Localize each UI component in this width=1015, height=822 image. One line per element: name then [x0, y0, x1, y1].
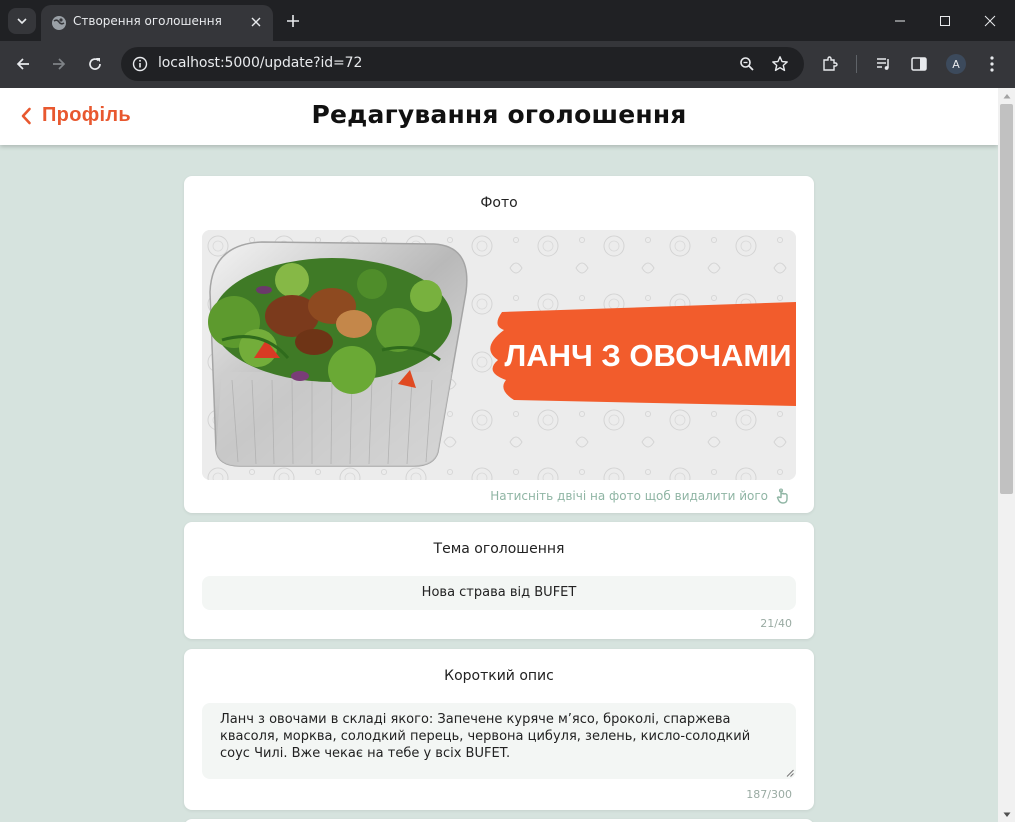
url-text: localhost:5000/update?id=72 [158, 55, 363, 71]
page-scrollbar[interactable] [998, 88, 1015, 822]
tab-close-button[interactable] [247, 13, 265, 31]
maximize-icon [940, 15, 950, 26]
back-button[interactable] [10, 51, 36, 77]
description-text: Ланч з овочами в складі якого: Запечене … [220, 712, 751, 761]
puzzle-icon [823, 56, 838, 71]
maximize-button[interactable] [922, 0, 968, 41]
close-icon [984, 15, 996, 26]
scroll-up-button[interactable] [998, 88, 1015, 103]
arrow-left-icon [16, 58, 29, 70]
window-close-button[interactable] [967, 0, 1013, 41]
minimize-button[interactable] [877, 0, 923, 41]
subject-card-title: Тема оголошення [433, 541, 565, 557]
resize-handle-icon[interactable] [786, 769, 794, 777]
page-viewport: Профіль Редагування оголошення Фото ЛАНЧ… [0, 88, 998, 822]
plus-icon [287, 15, 299, 27]
info-icon [132, 56, 148, 72]
chevron-down-icon [17, 18, 27, 25]
description-card: Короткий опис Ланч з овочами в складі як… [184, 649, 814, 810]
browser-toolbar: localhost:5000/update?id=72 A [0, 41, 1015, 88]
page-header: Профіль Редагування оголошення [0, 88, 998, 145]
subject-input[interactable]: Нова страва від BUFET [202, 576, 796, 610]
photo-delete-hint: Натисніть двічі на фото щоб видалити йог… [490, 488, 790, 504]
star-icon [772, 56, 788, 72]
forward-button[interactable] [46, 51, 72, 77]
new-tab-button[interactable] [282, 10, 304, 32]
reload-icon [89, 58, 101, 70]
active-tab[interactable]: Створення оголошення [41, 5, 273, 41]
description-card-title: Короткий опис [444, 668, 554, 684]
tab-search-button[interactable] [8, 8, 36, 34]
media-controls-button[interactable] [872, 52, 896, 76]
listing-photo[interactable]: ЛАНЧ З ОВОЧАМИ [202, 230, 796, 480]
close-icon [251, 17, 261, 27]
triangle-down-icon [1003, 812, 1010, 817]
browser-menu-button[interactable] [980, 52, 1004, 76]
photo-delete-hint-text: Натисніть двічі на фото щоб видалити йог… [490, 489, 768, 503]
reload-button[interactable] [82, 51, 108, 77]
address-bar[interactable]: localhost:5000/update?id=72 [121, 47, 804, 81]
more-vert-icon [990, 56, 994, 72]
triangle-up-icon [1003, 93, 1010, 98]
scroll-down-button[interactable] [998, 807, 1015, 822]
site-info-button[interactable] [129, 53, 151, 75]
extensions-button[interactable] [818, 52, 842, 76]
zoom-icon [740, 57, 754, 71]
page-title: Редагування оголошення [311, 100, 687, 129]
lunch-photo-image: ЛАНЧ З ОВОЧАМИ [202, 230, 796, 480]
toolbar-divider [856, 55, 857, 73]
bookmark-button[interactable] [769, 53, 791, 75]
subject-char-counter: 21/40 [760, 617, 792, 630]
arrow-right-icon [53, 58, 66, 70]
tab-title: Створення оголошення [73, 14, 222, 28]
subject-card: Тема оголошення Нова страва від BUFET 21… [184, 522, 814, 639]
playlist-icon [877, 58, 889, 70]
zoom-button[interactable] [736, 53, 758, 75]
photo-card-title: Фото [480, 195, 518, 211]
browser-tab-strip: Створення оголошення [0, 0, 1015, 41]
double-tap-icon [776, 488, 788, 504]
side-panel-button[interactable] [907, 52, 931, 76]
photo-card: Фото ЛАНЧ З ОВОЧАМИ Натисніть двічі на ф… [184, 176, 814, 513]
minimize-icon [895, 20, 905, 21]
banner-text: ЛАНЧ З ОВОЧАМИ [504, 338, 791, 373]
profile-avatar[interactable]: A [946, 54, 966, 74]
globe-icon [52, 16, 66, 30]
description-char-counter: 187/300 [746, 788, 792, 801]
description-textarea[interactable]: Ланч з овочами в складі якого: Запечене … [202, 703, 796, 779]
side-panel-icon [911, 57, 927, 71]
scrollbar-thumb[interactable] [1000, 104, 1013, 494]
